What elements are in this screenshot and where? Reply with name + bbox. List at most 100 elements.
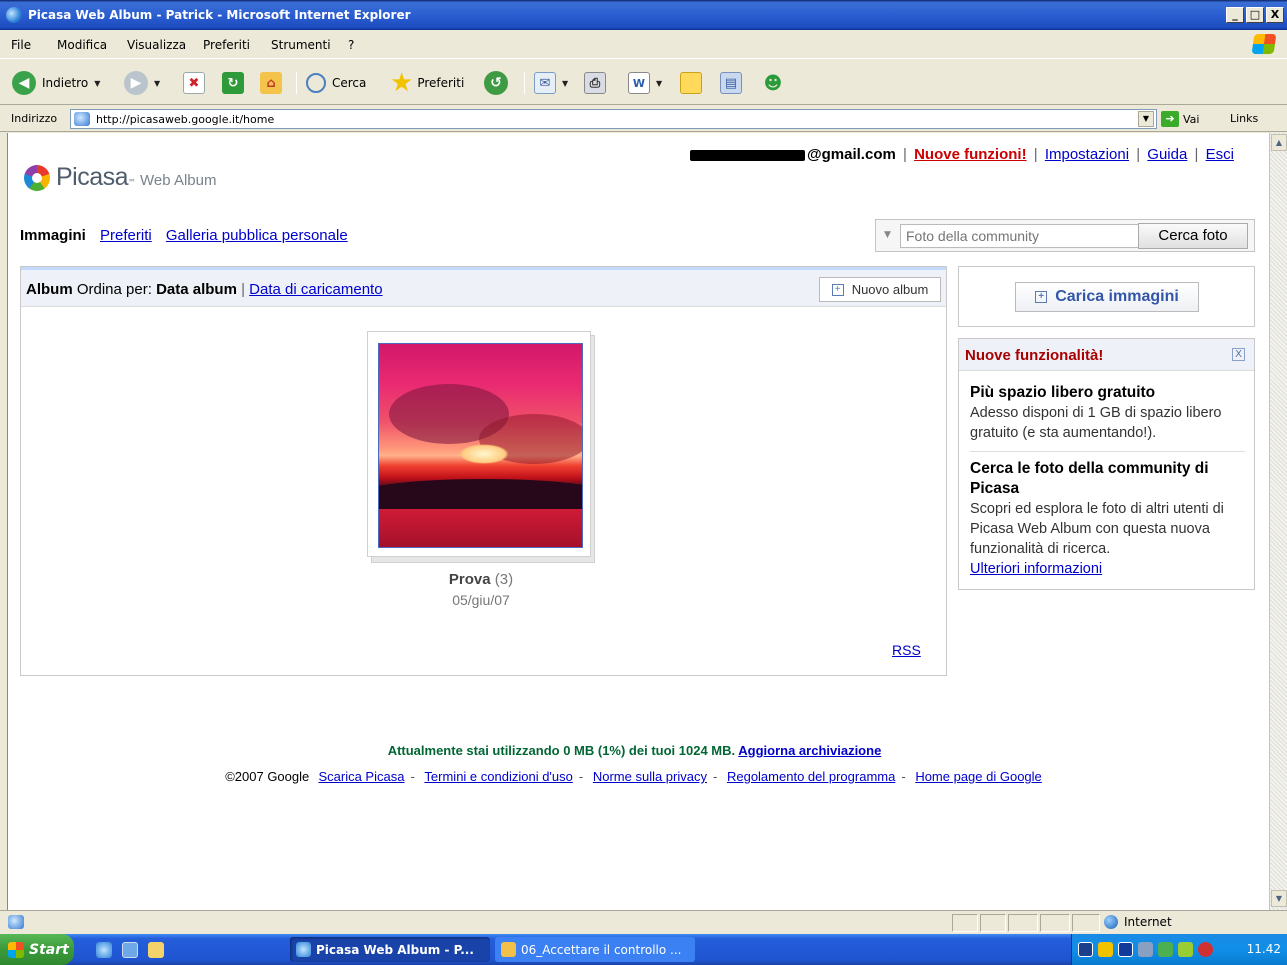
close-button[interactable]: X — [1266, 7, 1284, 23]
mail-icon: ✉ — [534, 72, 556, 94]
antivirus-icon[interactable] — [1198, 942, 1213, 957]
menu-modifica[interactable]: Modifica — [57, 38, 107, 52]
community-search-input[interactable] — [900, 224, 1140, 248]
taskbar-item-picasa[interactable]: Picasa Web Album - P... — [290, 937, 490, 962]
media-icon[interactable] — [1118, 942, 1133, 957]
discuss-button[interactable] — [680, 69, 702, 97]
refresh-button[interactable]: ↻ — [222, 69, 244, 97]
address-input[interactable]: http://picasaweb.google.it/home ▼ — [70, 109, 1157, 129]
print-button[interactable]: ⎙ — [584, 69, 606, 97]
forward-button[interactable]: ▶ ▼ — [124, 69, 160, 97]
search-photos-button[interactable]: Cerca foto — [1138, 223, 1248, 249]
album-title[interactable]: Prova (3) — [367, 571, 595, 588]
copyright: ©2007 Google — [225, 769, 310, 784]
research-button[interactable]: ▤ — [720, 69, 742, 97]
vertical-scrollbar[interactable]: ▲ ▼ — [1269, 133, 1287, 910]
picasa-logo[interactable]: Picasa ™ Web Album — [24, 163, 216, 192]
window-title-bar[interactable]: Picasa Web Album - Patrick - Microsoft I… — [0, 0, 1287, 30]
privacy-link[interactable]: Norme sulla privacy — [593, 769, 707, 784]
sync-icon[interactable] — [1158, 942, 1173, 957]
back-button[interactable]: ◀ Indietro ▼ — [12, 69, 100, 97]
taskbar: Start Picasa Web Album - P... 06_Accetta… — [0, 934, 1287, 965]
upgrade-storage-link[interactable]: Aggiorna archiviazione — [738, 743, 881, 758]
close-icon[interactable]: X — [1232, 348, 1245, 361]
mail-button[interactable]: ✉ ▼ — [534, 69, 568, 97]
nav-images-current: Immagini — [20, 227, 86, 244]
logout-link[interactable]: Esci — [1206, 146, 1234, 163]
back-label: Indietro — [42, 76, 89, 90]
footer: ©2007 Google Scarica Picasa - Termini e c… — [225, 769, 1042, 784]
star-icon: ★ — [390, 68, 414, 98]
go-button[interactable]: ➜ Vai — [1161, 111, 1199, 127]
menu-preferiti[interactable]: Preferiti — [203, 38, 250, 52]
storage-usage-text: Attualmente stai utilizzando 0 MB (1%) d… — [387, 743, 736, 758]
volume-icon[interactable] — [1178, 942, 1193, 957]
home-button[interactable]: ⌂ — [260, 69, 282, 97]
plus-icon: + — [1035, 291, 1048, 303]
edit-button[interactable]: W ▼ — [628, 69, 662, 97]
system-tray: 11.42 — [1071, 934, 1287, 965]
outlook-quicklaunch-icon[interactable] — [122, 942, 138, 958]
logo-name: Picasa — [56, 163, 129, 191]
minimize-button[interactable]: _ — [1226, 7, 1244, 23]
scroll-down-icon[interactable]: ▼ — [1271, 890, 1287, 907]
start-button[interactable]: Start — [0, 934, 74, 965]
restore-button[interactable]: □ — [1246, 7, 1264, 23]
document-icon — [501, 942, 516, 957]
menu-file[interactable]: File — [11, 38, 31, 52]
stop-button[interactable]: ✖ — [183, 69, 205, 97]
new-album-button[interactable]: + Nuovo album — [819, 277, 941, 302]
new-features-title: Nuove funzionalità! — [965, 347, 1104, 364]
album-thumbnail[interactable] — [367, 331, 595, 563]
go-label: Vai — [1183, 112, 1200, 126]
network-icon[interactable] — [1138, 942, 1153, 957]
menu-visualizza[interactable]: Visualizza — [127, 38, 186, 52]
nav-gallery-link[interactable]: Galleria pubblica personale — [166, 227, 348, 244]
download-picasa-link[interactable]: Scarica Picasa — [318, 769, 404, 784]
sunset-photo — [378, 343, 583, 548]
help-link[interactable]: Guida — [1147, 146, 1187, 163]
language-icon[interactable] — [1078, 942, 1093, 957]
taskbar-item-document[interactable]: 06_Accettare il controllo ... — [495, 937, 695, 962]
chevron-down-icon[interactable]: ▼ — [1138, 111, 1154, 127]
rss-link[interactable]: RSS — [892, 642, 921, 658]
google-home-link[interactable]: Home page di Google — [915, 769, 1041, 784]
feature-text: Adesso disponi di 1 GB di spazio libero … — [970, 405, 1222, 441]
security-shield-icon[interactable] — [1098, 942, 1113, 957]
print-icon: ⎙ — [584, 72, 606, 94]
folder-quicklaunch-icon[interactable] — [148, 942, 164, 958]
program-policy-link[interactable]: Regolamento del programma — [727, 769, 895, 784]
more-info-link[interactable]: Ulteriori informazioni — [970, 561, 1102, 577]
nav-favorites-link[interactable]: Preferiti — [100, 227, 152, 244]
redacted-username — [690, 149, 805, 161]
messenger-button[interactable]: ☻ — [762, 69, 784, 97]
search-label: Cerca — [332, 76, 367, 90]
upload-images-button[interactable]: + Carica immagini — [1015, 282, 1199, 312]
search-button[interactable]: Cerca — [306, 69, 366, 97]
upload-label: Carica immagini — [1055, 288, 1179, 305]
settings-link[interactable]: Impostazioni — [1045, 146, 1129, 163]
windows-logo-icon — [1251, 34, 1277, 54]
status-bar: Internet — [0, 910, 1287, 934]
history-button[interactable]: ↺ — [484, 69, 508, 97]
scroll-up-icon[interactable]: ▲ — [1271, 134, 1287, 151]
new-album-label: Nuovo album — [851, 282, 929, 297]
security-zone: Internet — [1104, 915, 1172, 929]
sort-upload-date-link[interactable]: Data di caricamento — [249, 281, 382, 298]
favorites-button[interactable]: ★ Preferiti — [390, 68, 464, 98]
windows-flag-icon — [8, 941, 24, 958]
terms-link[interactable]: Termini e condizioni d'uso — [424, 769, 572, 784]
sort-label: Ordina per: — [76, 281, 152, 298]
home-icon: ⌂ — [260, 72, 282, 94]
chevron-down-icon: ▼ — [562, 78, 569, 88]
new-features-link[interactable]: Nuove funzioni! — [914, 146, 1027, 163]
menu-help[interactable]: ? — [348, 38, 354, 52]
window-title: Picasa Web Album - Patrick - Microsoft I… — [28, 8, 411, 22]
chevron-down-icon[interactable]: ▼ — [884, 230, 891, 240]
menu-strumenti[interactable]: Strumenti — [271, 38, 331, 52]
links-button[interactable]: Links — [1230, 112, 1258, 125]
forward-arrow-icon: ▶ — [124, 71, 148, 95]
ie-quicklaunch-icon[interactable] — [96, 942, 112, 958]
album-panel-header: Album Ordina per: Data album | Data di c… — [21, 267, 946, 307]
address-url: http://picasaweb.google.it/home — [96, 113, 275, 126]
